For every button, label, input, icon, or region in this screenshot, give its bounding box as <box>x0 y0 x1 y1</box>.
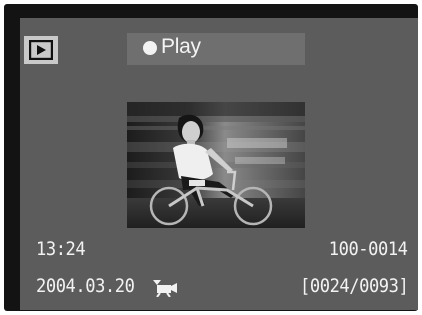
mode-label: Play <box>161 35 201 58</box>
capture-time: 13:24 <box>36 238 86 260</box>
image-thumbnail <box>127 102 305 228</box>
play-triangle-icon <box>29 40 53 60</box>
recording-dot-icon <box>143 41 157 55</box>
capture-date: 2004.03.20 <box>36 275 135 297</box>
file-number: 100-0014 <box>329 238 408 260</box>
frame-counter: [0024/0093] <box>299 275 409 297</box>
mode-header: Play <box>127 33 305 65</box>
playback-mode-icon <box>24 36 58 64</box>
movie-camera-icon <box>152 279 178 301</box>
